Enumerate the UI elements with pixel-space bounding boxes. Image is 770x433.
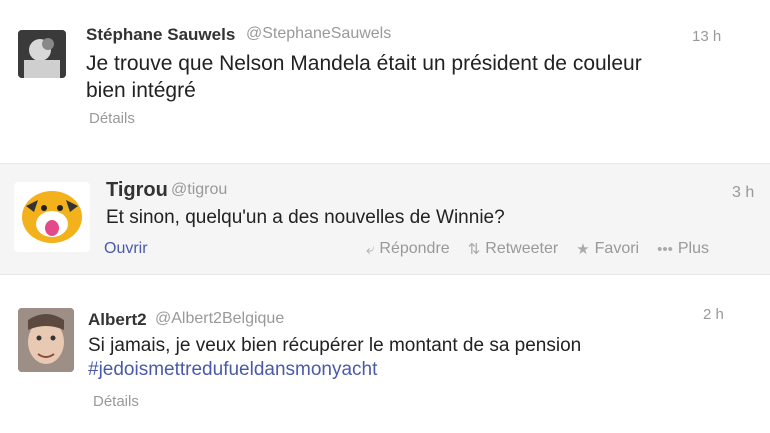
- reply-label: Répondre: [379, 240, 450, 257]
- reply-button[interactable]: ⤶ Répondre: [366, 240, 450, 258]
- more-dots-icon: •••: [657, 240, 673, 258]
- tweet-time[interactable]: 3 h: [732, 184, 754, 202]
- avatar-stephane[interactable]: [18, 30, 66, 78]
- details-link[interactable]: Détails: [93, 393, 139, 410]
- more-button[interactable]: ••• Plus: [657, 240, 709, 258]
- tweet-text: Si jamais, je veux bien récupérer le mon…: [88, 334, 581, 382]
- tweet-time[interactable]: 13 h: [692, 28, 721, 45]
- details-link[interactable]: Détails: [89, 110, 135, 127]
- favorite-button[interactable]: ★ Favori: [576, 240, 639, 258]
- tweet-albert: Albert2 @Albert2Belgique 2 h Si jamais, …: [0, 290, 770, 433]
- author-name[interactable]: Tigrou: [106, 179, 168, 202]
- retweet-button[interactable]: ⇅ Retweeter: [468, 240, 559, 258]
- avatar-tigrou[interactable]: [14, 182, 90, 252]
- retweet-icon: ⇅: [467, 241, 481, 258]
- tweet-time[interactable]: 2 h: [703, 306, 724, 323]
- star-icon: ★: [576, 241, 590, 258]
- tweet-text-line: Je trouve que Nelson Mandela était un pr…: [86, 52, 642, 75]
- retweet-label: Retweeter: [485, 240, 559, 257]
- tweet-tigrou: Tigrou @tigrou 3 h Et sinon, quelqu'un a…: [0, 163, 770, 275]
- tweet-text: Je trouve que Nelson Mandela était un pr…: [86, 50, 642, 104]
- more-label: Plus: [677, 240, 709, 257]
- tweet-text-line: bien intégré: [86, 79, 196, 102]
- author-handle[interactable]: @tigrou: [171, 181, 227, 199]
- tweet-stephane: Stéphane Sauwels @StephaneSauwels 13 h J…: [0, 0, 770, 158]
- author-handle[interactable]: @Albert2Belgique: [155, 310, 284, 328]
- favorite-label: Favori: [594, 240, 640, 257]
- tweet-text: Et sinon, quelqu'un a des nouvelles de W…: [106, 207, 505, 228]
- author-handle[interactable]: @StephaneSauwels: [246, 25, 391, 43]
- hashtag-link[interactable]: #jedoismettredufueldansmonyacht: [88, 358, 581, 382]
- reply-arrow-icon: ⤶: [366, 240, 375, 258]
- tweet-text-line: Si jamais, je veux bien récupérer le mon…: [88, 335, 582, 356]
- author-name[interactable]: Albert2: [88, 310, 147, 330]
- avatar-albert[interactable]: [18, 308, 74, 372]
- tweet-actions: ⤶ Répondre ⇅ Retweeter ★ Favori ••• Plus: [366, 240, 709, 258]
- open-link[interactable]: Ouvrir: [104, 240, 148, 258]
- author-name[interactable]: Stéphane Sauwels: [86, 25, 235, 45]
